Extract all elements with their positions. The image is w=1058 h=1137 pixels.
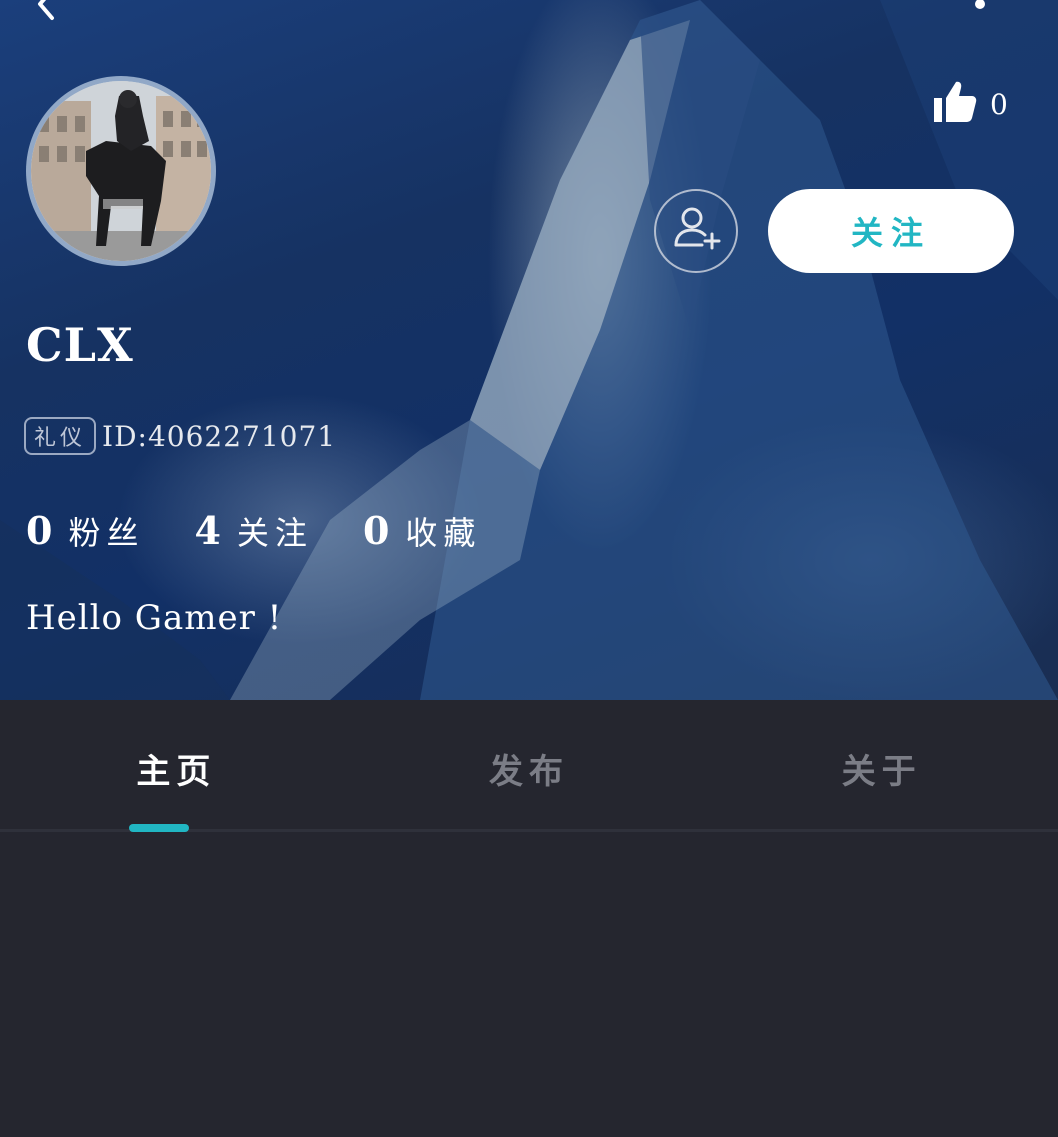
tab-bar: 主页 发布 关于 [0,700,1058,832]
stat-favorites-label: 收藏 [405,514,482,552]
tab-about-label: 关于 [841,752,922,792]
back-icon[interactable] [28,0,64,22]
stat-followers[interactable]: 0 粉丝 [26,508,144,554]
bio: Hello Gamer ! [26,598,283,638]
avatar[interactable] [26,76,216,266]
active-tab-indicator [129,824,189,832]
more-icon[interactable] [968,0,992,18]
tab-posts[interactable]: 发布 [353,700,706,829]
stat-favorites[interactable]: 0 收藏 [363,508,481,554]
like-group[interactable]: 0 [930,78,1008,130]
follow-button[interactable]: 关注 [768,189,1014,273]
id-row: 礼仪 ID:4062271071 [24,417,336,455]
tab-home[interactable]: 主页 [0,700,353,829]
stat-favorites-count: 0 [362,508,390,553]
tab-about[interactable]: 关于 [705,700,1058,829]
user-plus-icon [668,201,724,261]
stat-following-label: 关注 [236,514,313,552]
stats-row: 0 粉丝 4 关注 0 收藏 [26,508,531,554]
thumbs-up-icon[interactable] [930,78,978,130]
stat-followers-count: 0 [26,508,53,553]
stat-following[interactable]: 4 关注 [194,508,312,554]
add-friend-button[interactable] [654,189,738,273]
role-badge: 礼仪 [24,417,97,455]
user-id: ID:4062271071 [102,419,337,453]
tab-home-label: 主页 [136,752,217,792]
profile-header-background: 0 关注 CLX 礼仪 ID:4062271071 0 粉丝 4 关注 0 收藏… [0,0,1058,700]
username: CLX [26,318,134,372]
like-count: 0 [990,87,1008,121]
tab-posts-label: 发布 [489,752,569,792]
stat-followers-label: 粉丝 [68,514,145,552]
tab-content-area [0,833,1058,1137]
stat-following-count: 4 [194,508,221,553]
